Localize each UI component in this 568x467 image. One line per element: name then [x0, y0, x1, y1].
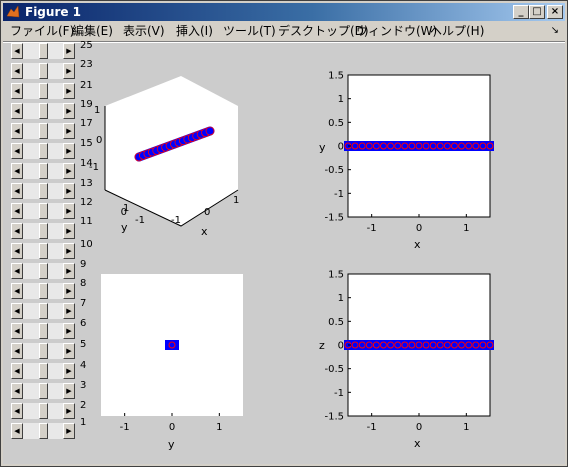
axes-3d-xlabel: x [201, 225, 208, 238]
y-tick-label: -1 [334, 388, 344, 399]
x-tick-label: 0 [169, 422, 175, 433]
y-tick-label: -1.5 [324, 213, 344, 224]
axes-xz: z x -1 0 1 1.5 1 0.5 0 -0.5 -1 -1.5 [319, 270, 494, 450]
title-bar[interactable]: Figure 1 _ □ × [3, 3, 565, 21]
dock-icon[interactable]: ↘ [551, 25, 559, 36]
y-tick-label: -0.5 [324, 165, 344, 176]
minimize-icon: _ [518, 6, 524, 17]
y-tick-label: -1 [334, 189, 344, 200]
plots-svg: 1 0 -1 1 0 -1 -1 0 1 y x y x -1 0 1 1.5 1 0.5… [89, 71, 494, 451]
minimize-button[interactable]: _ [513, 5, 529, 19]
menu-view[interactable]: 表示(V) [123, 24, 165, 39]
axes-xz-xlabel: x [414, 437, 421, 450]
y-tick-label: 0.5 [328, 317, 344, 328]
x-tick-label: -1 [120, 422, 130, 433]
menu-insert[interactable]: 挿入(I) [176, 24, 213, 39]
x-tick-label: 1 [463, 422, 469, 433]
close-icon: × [550, 6, 560, 17]
axes-3d-ylabel: y [121, 221, 128, 234]
x-tick-label: -1 [367, 422, 377, 433]
axes-3d: 1 0 -1 1 0 -1 -1 0 1 y x [89, 76, 239, 238]
y-tick-label: 0.5 [328, 118, 344, 129]
axes-xy-xlabel: x [414, 238, 421, 251]
matlab-logo-icon [6, 5, 20, 18]
axes-3d-ytick-0: 0 [121, 207, 127, 218]
axes-y: y -1 0 1 [101, 274, 243, 451]
axes-3d-ztick-0: 0 [96, 135, 102, 146]
maximize-icon: □ [532, 6, 542, 17]
axes-3d-xtick-1: 1 [233, 195, 239, 206]
close-button[interactable]: × [547, 5, 563, 19]
figure-window: Figure 1 _ □ × ファイル(F) 編集(E) 表示(V) 挿入(I)… [0, 0, 568, 467]
y-tick-label: 1.5 [328, 270, 344, 281]
axes-xy: y x -1 0 1 1.5 1 0.5 0 -0.5 -1 -1.5 [319, 71, 494, 251]
menu-bar: ファイル(F) 編集(E) 表示(V) 挿入(I) ツール(T) デスクトップ(… [3, 22, 565, 41]
axes-3d-ytick-neg1: -1 [135, 215, 145, 226]
x-tick-label: -1 [367, 223, 377, 234]
axes-y-xlabel: y [168, 438, 175, 451]
x-tick-label: 0 [416, 422, 422, 433]
y-tick-label: 1.5 [328, 71, 344, 82]
y-tick-label: 0 [338, 142, 344, 153]
axes-3d-ztick-1: 1 [94, 105, 100, 116]
axes-3d-ztick-neg1: -1 [89, 162, 99, 173]
axes-xz-ylabel: z [319, 339, 325, 352]
window-title: Figure 1 [25, 5, 82, 19]
data-point-3d [205, 126, 215, 136]
menu-window[interactable]: ウィンドウ(W) [356, 24, 437, 39]
axes-3d-xtick-0: 0 [204, 207, 210, 218]
y-tick-label: 1 [338, 94, 344, 105]
y-tick-label: 0 [338, 341, 344, 352]
x-tick-label: 1 [216, 422, 222, 433]
y-tick-label: 1 [338, 293, 344, 304]
menu-tools[interactable]: ツール(T) [223, 24, 276, 39]
x-tick-label: 0 [416, 223, 422, 234]
axes-xy-ylabel: y [319, 141, 326, 154]
maximize-button[interactable]: □ [529, 5, 545, 19]
menu-help[interactable]: ヘルプ(H) [430, 24, 484, 39]
menu-edit[interactable]: 編集(E) [72, 24, 113, 39]
y-tick-label: -1.5 [324, 412, 344, 423]
menu-file[interactable]: ファイル(F) [10, 24, 74, 39]
x-tick-label: 1 [463, 223, 469, 234]
y-tick-label: -0.5 [324, 364, 344, 375]
figure-canvas: ◀ ▶ 25 ◀ ▶ 23 ◀ ▶ 21 ◀ ▶ 19 ◀ ▶ 17 ◀ ▶ 15 ◀ ▶ 14 ◀ ▶ 13 ◀ ▶ 12 ◀ ▶ 11… [3, 40, 565, 464]
axes-3d-xtick-neg1: -1 [171, 215, 181, 226]
